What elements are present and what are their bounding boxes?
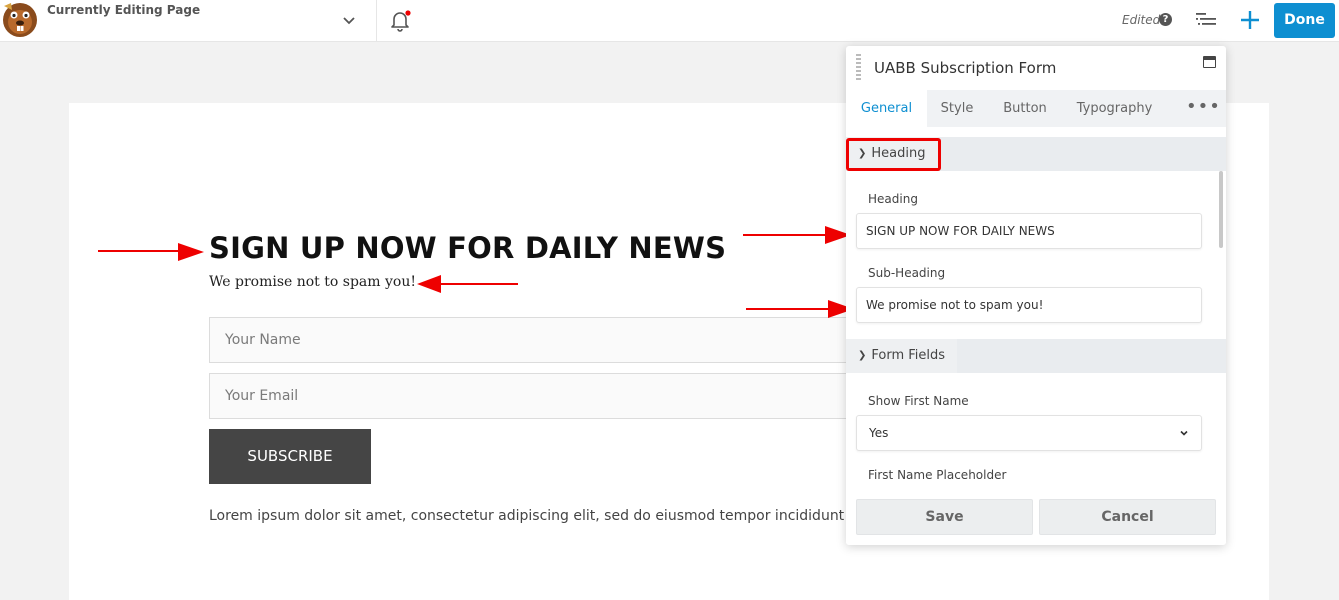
tab-button[interactable]: Button bbox=[987, 90, 1063, 127]
first-name-placeholder-label: First Name Placeholder bbox=[868, 468, 1007, 482]
current-page-label: Currently Editing Page bbox=[47, 3, 201, 17]
subheading-input[interactable]: We promise not to spam you! bbox=[856, 287, 1202, 323]
show-first-name-value: Yes bbox=[869, 426, 889, 440]
subscription-subheading[interactable]: We promise not to spam you! bbox=[209, 274, 416, 290]
tab-style[interactable]: Style bbox=[927, 90, 987, 127]
section-form-fields-header[interactable]: ❯ Form Fields bbox=[846, 339, 1226, 373]
panel-footer: Save Cancel bbox=[846, 491, 1226, 545]
highlight-box bbox=[846, 138, 941, 171]
chevron-down-icon[interactable] bbox=[340, 12, 358, 30]
name-input[interactable]: Your Name bbox=[209, 317, 889, 363]
subscribe-button[interactable]: SUBSCRIBE bbox=[209, 429, 371, 484]
more-options-icon[interactable]: ••• bbox=[1186, 90, 1220, 127]
panel-title: UABB Subscription Form bbox=[874, 59, 1057, 77]
email-input[interactable]: Your Email bbox=[209, 373, 889, 419]
outline-list-icon[interactable] bbox=[1196, 11, 1216, 29]
heading-input[interactable]: SIGN UP NOW FOR DAILY NEWS bbox=[856, 213, 1202, 249]
arrow-icon bbox=[746, 300, 854, 318]
maximize-icon[interactable] bbox=[1203, 56, 1216, 68]
subheading-label: Sub-Heading bbox=[868, 266, 946, 280]
beaver-logo-icon[interactable] bbox=[0, 0, 42, 40]
save-button[interactable]: Save bbox=[856, 499, 1033, 535]
subscription-heading[interactable]: SIGN UP NOW FOR DAILY NEWS bbox=[209, 231, 726, 265]
tab-typography[interactable]: Typography bbox=[1063, 90, 1166, 127]
panel-scrollbar[interactable] bbox=[1219, 171, 1223, 248]
heading-label: Heading bbox=[868, 192, 918, 206]
chevron-down-icon: ❯ bbox=[858, 350, 867, 361]
edited-status: Edited bbox=[1122, 13, 1161, 27]
panel-settings-scroll: ❯ Heading Heading SIGN UP NOW FOR DAILY N… bbox=[846, 137, 1226, 491]
show-first-name-select[interactable]: Yes bbox=[856, 415, 1202, 451]
chevron-down-icon bbox=[1180, 430, 1188, 436]
cancel-button[interactable]: Cancel bbox=[1039, 499, 1216, 535]
plus-icon[interactable] bbox=[1240, 9, 1260, 31]
arrow-icon bbox=[417, 275, 518, 293]
top-bar: Currently Editing Page Edited ? Done bbox=[0, 0, 1339, 42]
question-icon[interactable]: ? bbox=[1159, 13, 1172, 26]
section-form-fields-title: Form Fields bbox=[871, 348, 946, 363]
section-form-fields-toggle[interactable]: ❯ Form Fields bbox=[846, 339, 958, 373]
panel-tabs: General Style Button Typography ••• bbox=[846, 90, 1226, 127]
tab-general[interactable]: General bbox=[846, 90, 927, 127]
arrow-icon bbox=[98, 243, 204, 261]
arrow-icon bbox=[743, 226, 851, 244]
body-text: Lorem ipsum dolor sit amet, consectetur … bbox=[209, 508, 846, 524]
drag-handle[interactable] bbox=[856, 54, 861, 82]
show-first-name-label: Show First Name bbox=[868, 394, 969, 408]
settings-panel: UABB Subscription Form General Style But… bbox=[846, 46, 1226, 545]
done-button[interactable]: Done bbox=[1274, 3, 1335, 38]
divider bbox=[376, 0, 377, 42]
section-heading-header[interactable]: ❯ Heading bbox=[846, 137, 1226, 171]
bell-icon[interactable] bbox=[389, 9, 411, 33]
